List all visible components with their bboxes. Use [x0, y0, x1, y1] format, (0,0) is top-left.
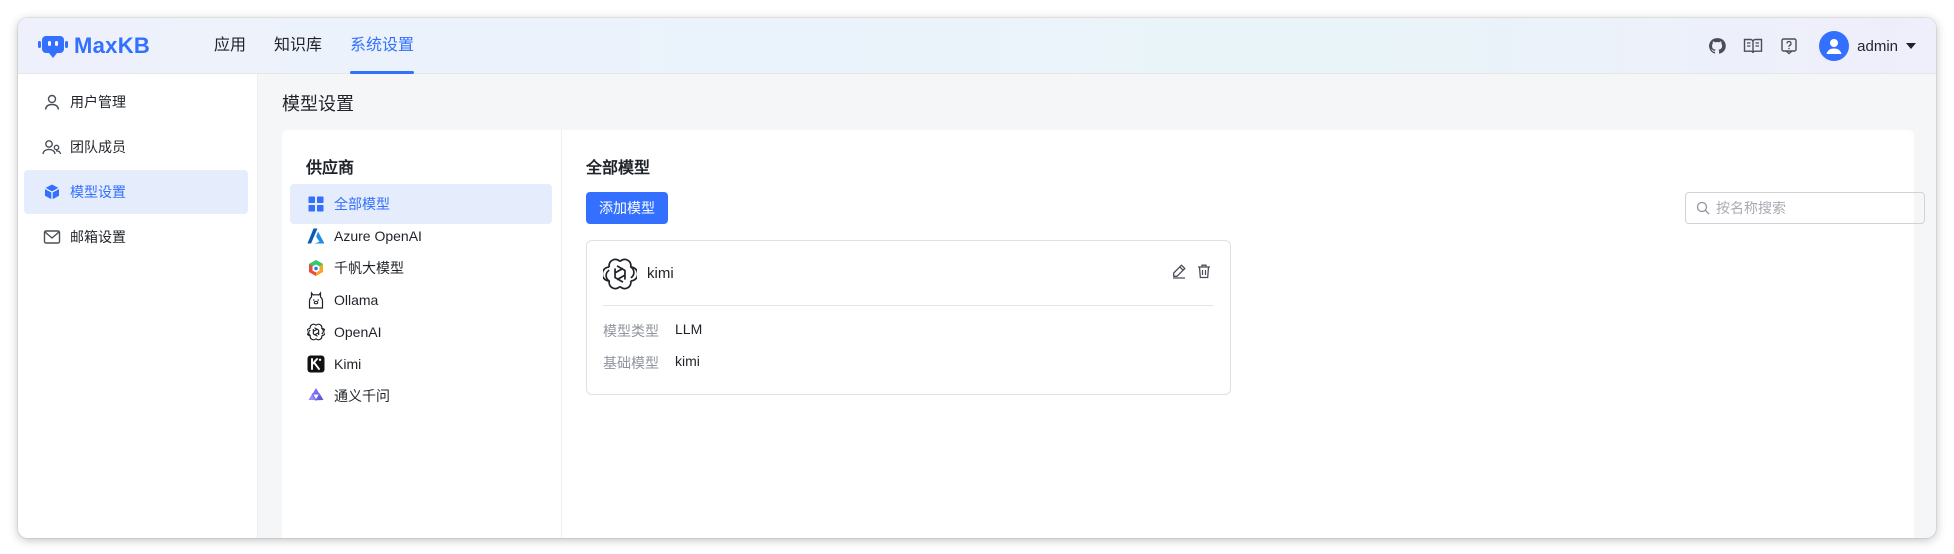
- kimi-icon: [306, 354, 326, 374]
- openai-icon: [306, 322, 326, 342]
- model-type-row: 模型类型 LLM: [603, 321, 702, 341]
- model-type-label: 模型类型: [603, 323, 659, 339]
- page-title: 模型设置: [282, 94, 354, 114]
- nav-system-settings[interactable]: 系统设置: [350, 18, 415, 74]
- top-header: MaxKB 应用 知识库 系统设置 admin: [18, 18, 1936, 74]
- sidebar-item-label: 模型设置: [70, 184, 126, 200]
- sidebar: 用户管理 团队成员 模型设置 邮箱设置: [18, 74, 258, 538]
- provider-list: 供应商 全部模型 Azure OpenAI 千帆大模型 Ollama OpenA…: [282, 130, 562, 538]
- provider-item-tongyi[interactable]: 通义千问: [290, 376, 552, 416]
- user-icon: [42, 92, 62, 112]
- user-avatar-icon: [1826, 39, 1842, 54]
- sidebar-item-label: 用户管理: [70, 94, 126, 110]
- delete-icon[interactable]: [1194, 261, 1214, 281]
- help-icon[interactable]: [1779, 36, 1799, 56]
- sidebar-item-label: 团队成员: [70, 139, 126, 155]
- provider-item-label: 千帆大模型: [334, 260, 404, 276]
- cube-icon: [42, 182, 62, 202]
- header-actions: admin: [1691, 18, 1916, 74]
- card-divider: [603, 305, 1214, 306]
- github-icon[interactable]: [1707, 36, 1727, 56]
- provider-list-title: 供应商: [306, 160, 355, 177]
- model-card[interactable]: kimi 模型类型 LLM 基础模型 kimi: [586, 240, 1231, 395]
- provider-item-label: OpenAI: [334, 324, 382, 340]
- tongyi-icon: [306, 386, 326, 406]
- add-model-button[interactable]: 添加模型: [586, 192, 668, 224]
- model-type-value: LLM: [675, 321, 703, 337]
- avatar[interactable]: [1819, 31, 1850, 61]
- top-nav: 应用 知识库 系统设置: [214, 18, 442, 74]
- search-input[interactable]: [1716, 200, 1916, 216]
- search-icon: [1696, 201, 1710, 215]
- provider-item-label: Ollama: [334, 292, 379, 308]
- app-name: MaxKB: [74, 33, 151, 58]
- provider-item-label: Azure OpenAI: [334, 228, 422, 244]
- sidebar-item-label: 邮箱设置: [70, 229, 126, 245]
- app-window: MaxKB 应用 知识库 系统设置 admin 用户管理 团队成员 模型设置 邮…: [18, 18, 1936, 538]
- models-title: 全部模型: [586, 160, 651, 177]
- base-model-label: 基础模型: [603, 355, 659, 371]
- logo-icon: [38, 36, 68, 58]
- logo[interactable]: MaxKB: [38, 30, 150, 62]
- openai-icon: [601, 257, 639, 291]
- sidebar-item-model-settings[interactable]: 模型设置: [24, 170, 248, 214]
- qianfan-icon: [306, 258, 326, 278]
- team-icon: [42, 137, 62, 157]
- search-box: [1685, 192, 1925, 224]
- book-icon[interactable]: [1743, 36, 1763, 56]
- azure-icon: [306, 226, 326, 246]
- provider-item-label: 通义千问: [334, 388, 390, 404]
- edit-icon[interactable]: [1169, 261, 1189, 281]
- mail-icon: [42, 227, 62, 247]
- base-model-row: 基础模型 kimi: [603, 353, 700, 373]
- username[interactable]: admin: [1857, 38, 1898, 55]
- sidebar-item-team-members[interactable]: 团队成员: [24, 125, 248, 169]
- nav-knowledge-base[interactable]: 知识库: [274, 18, 322, 74]
- model-settings-panel: 供应商 全部模型 Azure OpenAI 千帆大模型 Ollama OpenA…: [282, 130, 1925, 538]
- sidebar-item-user-management[interactable]: 用户管理: [24, 80, 248, 124]
- provider-item-label: Kimi: [334, 356, 362, 372]
- sidebar-item-email-settings[interactable]: 邮箱设置: [24, 215, 248, 259]
- provider-item-label: 全部模型: [334, 196, 390, 212]
- base-model-value: kimi: [675, 353, 700, 369]
- model-name: kimi: [647, 265, 674, 282]
- chevron-down-icon[interactable]: [1906, 43, 1916, 49]
- nav-apps[interactable]: 应用: [214, 18, 246, 74]
- ollama-icon: [306, 290, 326, 310]
- grid-icon: [306, 194, 326, 214]
